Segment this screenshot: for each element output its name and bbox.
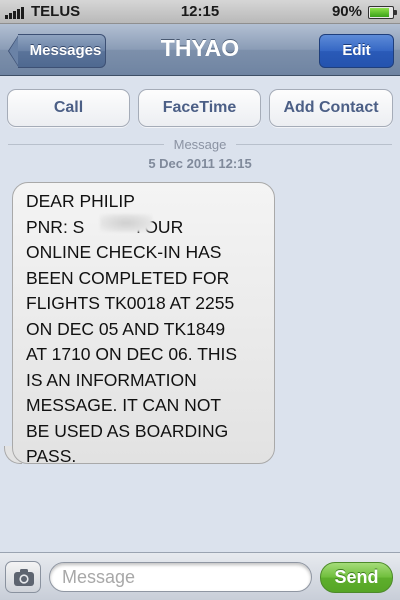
battery-percent: 90% <box>331 3 362 20</box>
camera-button[interactable] <box>5 561 41 593</box>
navigation-bar: Messages THYAO Edit <box>0 24 400 76</box>
facetime-button[interactable]: FaceTime <box>138 89 261 127</box>
message-input[interactable] <box>49 562 312 592</box>
battery-icon <box>368 6 397 19</box>
message-timestamp: 5 Dec 2011 12:15 <box>148 156 252 171</box>
send-button[interactable]: Send <box>320 562 393 593</box>
add-contact-button[interactable]: Add Contact <box>269 89 393 127</box>
status-bar: TELUS 12:15 90% <box>0 0 400 24</box>
camera-icon <box>14 569 34 586</box>
call-button[interactable]: Call <box>7 89 130 127</box>
message-composer: Send <box>0 552 400 600</box>
separator-line-right <box>236 144 392 145</box>
redacted-text-blur <box>100 214 152 232</box>
edit-button[interactable]: Edit <box>319 34 394 68</box>
contact-actions: Call FaceTime Add Contact <box>0 76 400 136</box>
